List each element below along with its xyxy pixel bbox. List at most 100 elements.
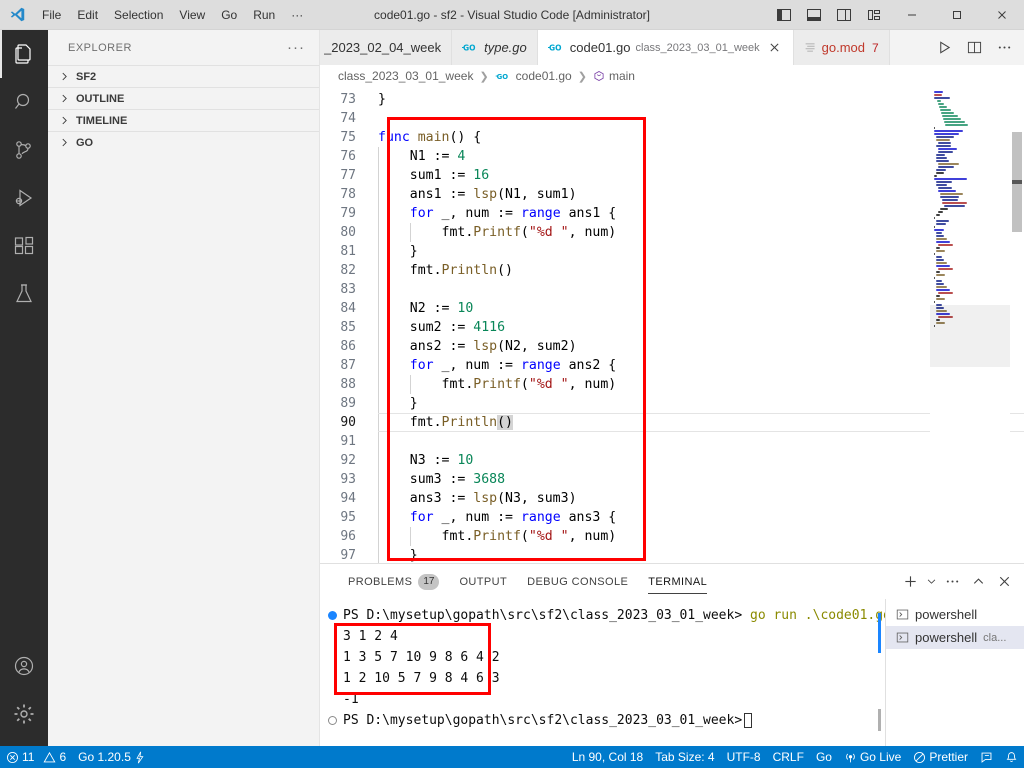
code-line[interactable] (378, 432, 1024, 451)
status-eol[interactable]: CRLF (767, 746, 810, 768)
split-editor-icon[interactable] (960, 33, 988, 63)
code-line[interactable]: } (378, 546, 1024, 563)
code-line[interactable]: func main() { (378, 128, 1024, 147)
editor-tab-code01-go[interactable]: GO code01.go class_2023_03_01_week (537, 30, 794, 65)
status-notifications[interactable] (999, 746, 1024, 768)
breadcrumb-item-symbol[interactable]: main (593, 69, 635, 83)
panel-tab-problems[interactable]: PROBLEMS 17 (338, 564, 449, 599)
editor-tab-type-go[interactable]: GO type.go (452, 30, 538, 65)
code-line[interactable]: fmt.Println() (378, 413, 1024, 432)
code-line[interactable]: ans1 := lsp(N1, sum1) (378, 185, 1024, 204)
indent-guide (378, 147, 379, 166)
activity-item-source-control[interactable] (0, 126, 48, 174)
code-line[interactable]: } (378, 90, 1024, 109)
breadcrumb-item-folder[interactable]: class_2023_03_01_week (338, 69, 473, 83)
code-content[interactable]: } func main() { N1 := 4 sum1 := 16 ans1 … (378, 87, 1024, 563)
maximize-panel-icon[interactable] (966, 568, 990, 596)
broadcast-icon (844, 751, 857, 764)
code-line[interactable]: for _, num := range ans2 { (378, 356, 1024, 375)
status-problems[interactable]: 11 6 (0, 746, 72, 768)
code-line[interactable]: sum3 := 3688 (378, 470, 1024, 489)
code-line[interactable]: fmt.Printf("%d ", num) (378, 527, 1024, 546)
minimap-slider[interactable] (930, 305, 1010, 367)
sidebar-section-go[interactable]: GO (48, 131, 319, 153)
more-actions-icon[interactable] (940, 568, 964, 596)
add-terminal-icon[interactable] (898, 568, 922, 596)
terminal-scrollbar-top[interactable] (878, 613, 881, 653)
sidebar-section-sf2[interactable]: SF2 (48, 65, 319, 87)
activity-item-search[interactable] (0, 78, 48, 126)
menu-view[interactable]: View (171, 5, 213, 25)
code-line[interactable] (378, 280, 1024, 299)
sidebar-more-actions-icon[interactable]: ··· (281, 39, 311, 56)
code-line[interactable]: ans3 := lsp(N3, sum3) (378, 489, 1024, 508)
code-line[interactable]: N2 := 10 (378, 299, 1024, 318)
status-cursor-position[interactable]: Ln 90, Col 18 (566, 746, 649, 768)
activity-item-run-and-debug[interactable] (0, 174, 48, 222)
chevron-down-icon[interactable] (924, 568, 938, 596)
line-number: 84 (340, 301, 356, 316)
activity-item-accounts[interactable] (0, 642, 48, 690)
toggle-secondary-sidebar-icon[interactable] (829, 0, 859, 30)
terminal-output[interactable]: PS D:\mysetup\gopath\src\sf2\class_2023_… (320, 599, 885, 746)
menu-file[interactable]: File (34, 5, 69, 25)
close-icon[interactable] (769, 42, 783, 53)
panel-tab-output[interactable]: OUTPUT (449, 564, 517, 599)
code-editor[interactable]: 73 74 75 76 77 78 79 80 81 82 83 84 85 86 87 88 89 90 91 92… (320, 87, 1024, 563)
terminal-scrollbar-thumb[interactable] (878, 709, 881, 731)
menu-more[interactable]: ··· (283, 5, 311, 25)
status-indentation[interactable]: Tab Size: 4 (649, 746, 720, 768)
menu-run[interactable]: Run (245, 5, 283, 25)
code-line[interactable]: fmt.Printf("%d ", num) (378, 223, 1024, 242)
sidebar-section-outline[interactable]: OUTLINE (48, 87, 319, 109)
editor-tab-go-mod[interactable]: go.mod 7 (793, 30, 890, 65)
toggle-panel-icon[interactable] (799, 0, 829, 30)
sidebar-section-timeline[interactable]: TIMELINE (48, 109, 319, 131)
breadcrumb-item-file[interactable]: GO code01.go (495, 69, 572, 83)
activity-item-testing[interactable] (0, 270, 48, 318)
editor-vertical-scrollbar[interactable] (1010, 87, 1024, 563)
menu-bar[interactable]: File Edit Selection View Go Run ··· (34, 5, 311, 25)
status-language-mode[interactable]: Go (810, 746, 838, 768)
editor-tab-2023-02-04-week[interactable]: _2023_02_04_week (320, 30, 453, 65)
code-line[interactable]: for _, num := range ans1 { (378, 204, 1024, 223)
more-actions-icon[interactable] (990, 33, 1018, 63)
code-line[interactable]: sum1 := 16 (378, 166, 1024, 185)
customize-layout-icon[interactable] (859, 0, 889, 30)
status-prettier[interactable]: Prettier (907, 746, 974, 768)
code-line[interactable]: N3 := 10 (378, 451, 1024, 470)
code-line[interactable]: fmt.Println() (378, 261, 1024, 280)
code-line[interactable]: N1 := 4 (378, 147, 1024, 166)
terminal-list-item-powershell-cla[interactable]: powershell cla... (886, 626, 1024, 649)
panel-tab-terminal[interactable]: TERMINAL (638, 564, 717, 599)
terminal-line-command: PS D:\mysetup\gopath\src\sf2\class_2023_… (328, 605, 885, 626)
status-go-live[interactable]: Go Live (838, 746, 907, 768)
code-line[interactable]: sum2 := 4116 (378, 318, 1024, 337)
menu-edit[interactable]: Edit (69, 5, 106, 25)
code-line[interactable]: } (378, 394, 1024, 413)
status-encoding[interactable]: UTF-8 (721, 746, 767, 768)
code-line[interactable]: } (378, 242, 1024, 261)
menu-go[interactable]: Go (213, 5, 245, 25)
status-feedback[interactable] (974, 746, 999, 768)
minimap[interactable] (930, 87, 1010, 563)
code-line[interactable]: ans2 := lsp(N2, sum2) (378, 337, 1024, 356)
code-line[interactable]: fmt.Printf("%d ", num) (378, 375, 1024, 394)
terminal-list-item-powershell[interactable]: powershell (886, 603, 1024, 626)
menu-selection[interactable]: Selection (106, 5, 171, 25)
activity-item-settings[interactable] (0, 690, 48, 738)
code-line[interactable]: for _, num := range ans3 { (378, 508, 1024, 527)
minimize-button[interactable] (889, 0, 934, 30)
activity-item-extensions[interactable] (0, 222, 48, 270)
toggle-primary-sidebar-icon[interactable] (769, 0, 799, 30)
maximize-button[interactable] (934, 0, 979, 30)
minimap-line (936, 232, 943, 234)
close-panel-icon[interactable] (992, 568, 1016, 596)
status-go-version[interactable]: Go 1.20.5 (72, 746, 151, 768)
run-play-icon[interactable] (930, 33, 958, 63)
activity-item-explorer[interactable] (0, 30, 48, 78)
panel-tab-debug-console[interactable]: DEBUG CONSOLE (517, 564, 638, 599)
close-button[interactable] (979, 0, 1024, 30)
code-line[interactable] (378, 109, 1024, 128)
